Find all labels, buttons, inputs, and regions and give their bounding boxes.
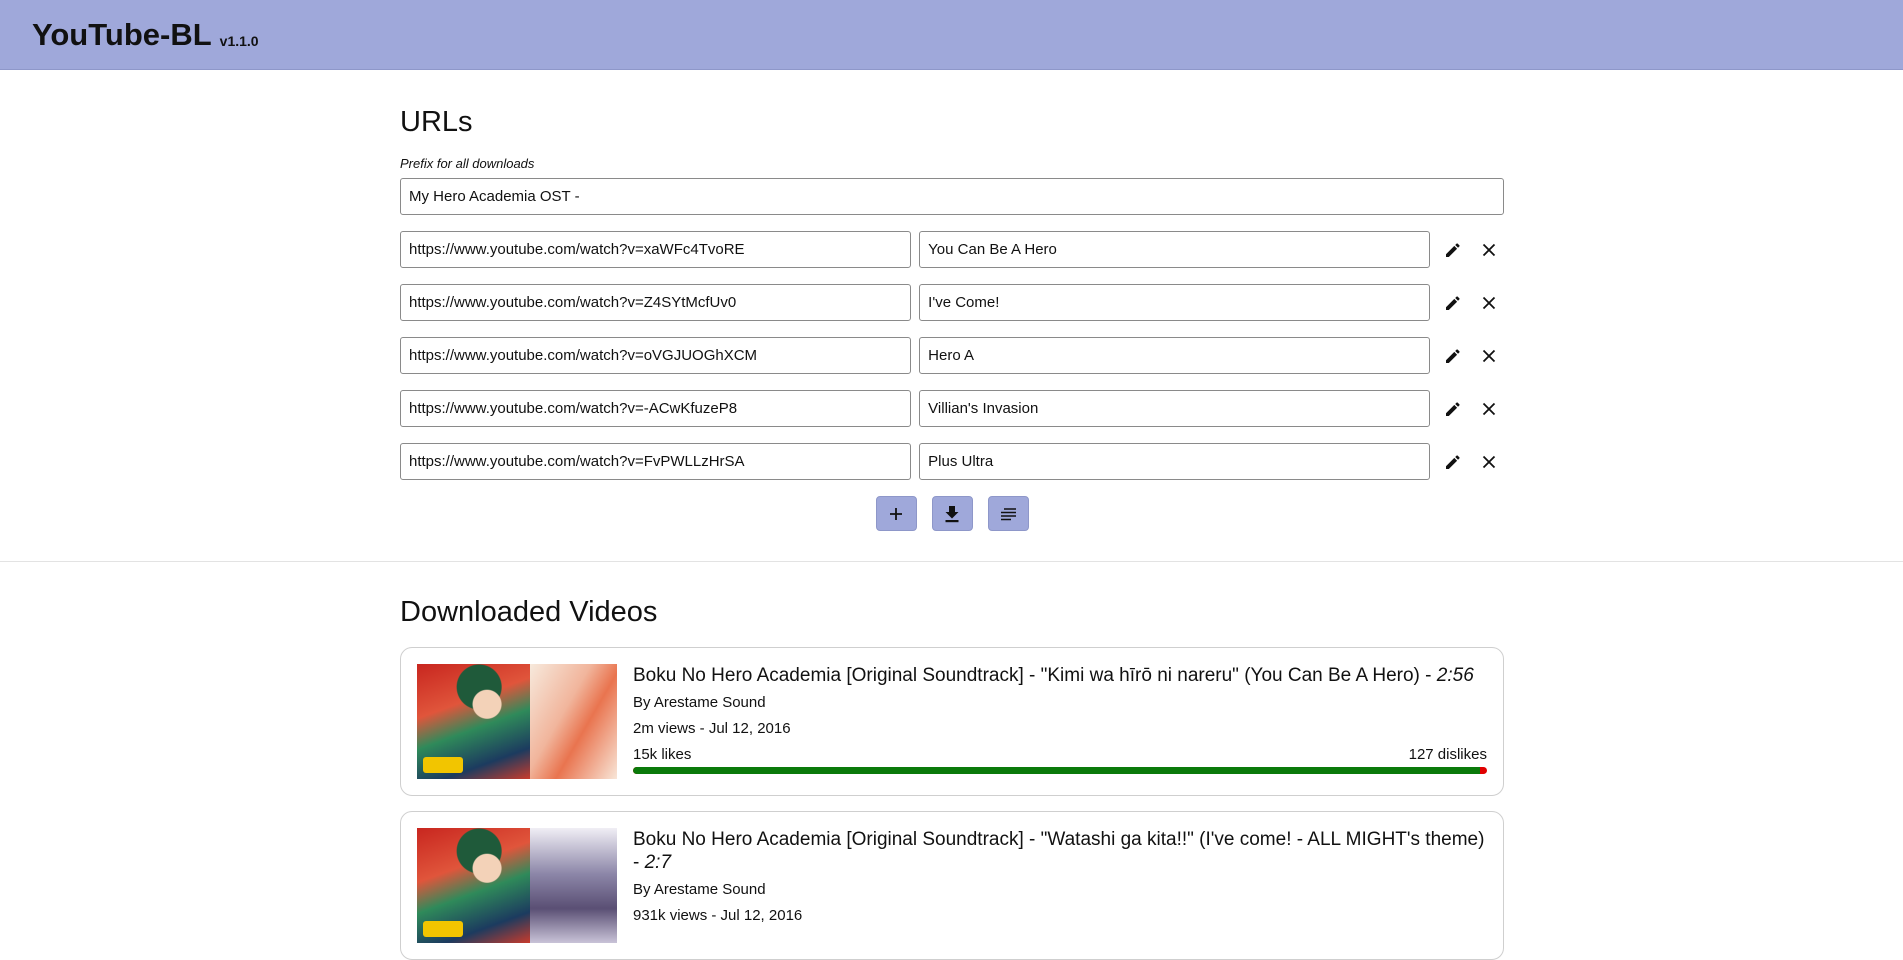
url-row <box>400 231 1504 268</box>
section-divider <box>0 561 1903 562</box>
url-input[interactable] <box>400 231 912 268</box>
edit-button[interactable] <box>1438 288 1468 318</box>
url-input[interactable] <box>400 337 912 374</box>
video-info: Boku No Hero Academia [Original Soundtra… <box>633 828 1487 943</box>
close-icon <box>1482 296 1496 309</box>
app-header: YouTube-BL v1.1.0 <box>0 0 1903 70</box>
prefix-label: Prefix for all downloads <box>400 156 535 171</box>
edit-button[interactable] <box>1438 447 1468 477</box>
download-icon <box>945 505 959 522</box>
url-input[interactable] <box>400 284 912 321</box>
name-input[interactable] <box>919 443 1431 480</box>
video-duration: 2:56 <box>1436 665 1474 686</box>
remove-button[interactable] <box>1474 447 1504 477</box>
close-icon <box>1482 402 1496 415</box>
close-icon <box>1482 455 1496 468</box>
video-card[interactable]: Boku No Hero Academia [Original Soundtra… <box>400 647 1504 796</box>
download-button[interactable] <box>931 496 973 531</box>
url-actions <box>400 496 1504 531</box>
pencil-icon <box>1446 242 1460 257</box>
video-author: By Arestame Sound <box>633 881 766 898</box>
urls-heading: URLs <box>400 106 473 138</box>
close-icon <box>1482 243 1496 256</box>
edit-button[interactable] <box>1438 341 1468 371</box>
video-stats: 931k views - Jul 12, 2016 <box>633 907 803 924</box>
likes-row: 15k likes 127 dislikes <box>633 745 1487 765</box>
remove-button[interactable] <box>1474 394 1504 424</box>
video-duration: 2:7 <box>644 852 672 873</box>
url-row <box>400 443 1504 480</box>
remove-button[interactable] <box>1474 235 1504 265</box>
url-input[interactable] <box>400 443 912 480</box>
video-stats: 2m views - Jul 12, 2016 <box>633 720 791 737</box>
pencil-icon <box>1446 454 1460 469</box>
videos-section: Downloaded Videos Boku No Hero Academia … <box>400 592 1504 960</box>
url-rows <box>400 231 1504 480</box>
name-input[interactable] <box>919 390 1431 427</box>
video-title: Boku No Hero Academia [Original Soundtra… <box>633 665 1474 686</box>
like-ratio-fill <box>633 767 1481 774</box>
likes-count: 15k likes <box>633 746 692 763</box>
plus-icon <box>890 507 902 520</box>
url-input[interactable] <box>400 390 912 427</box>
video-card[interactable]: Boku No Hero Academia [Original Soundtra… <box>400 811 1504 960</box>
remove-button[interactable] <box>1474 288 1504 318</box>
url-row <box>400 284 1504 321</box>
pencil-icon <box>1446 295 1460 310</box>
pencil-icon <box>1446 348 1460 363</box>
name-input[interactable] <box>919 284 1431 321</box>
videos-heading: Downloaded Videos <box>400 596 658 628</box>
edit-button[interactable] <box>1438 235 1468 265</box>
video-author: By Arestame Sound <box>633 694 766 711</box>
app-title: YouTube-BL <box>32 16 212 52</box>
video-title: Boku No Hero Academia [Original Soundtra… <box>633 829 1485 873</box>
app-version: v1.1.0 <box>219 32 259 49</box>
remove-button[interactable] <box>1474 341 1504 371</box>
dislikes-count: 127 dislikes <box>1408 746 1487 763</box>
prefix-input[interactable] <box>400 178 1504 215</box>
edit-button[interactable] <box>1438 394 1468 424</box>
video-info: Boku No Hero Academia [Original Soundtra… <box>633 664 1487 779</box>
pencil-icon <box>1446 401 1460 416</box>
lines-icon <box>1001 507 1016 520</box>
video-thumbnail <box>417 828 617 943</box>
video-thumbnail <box>417 664 617 779</box>
like-ratio-bar <box>633 767 1487 774</box>
name-input[interactable] <box>919 231 1431 268</box>
name-input[interactable] <box>919 337 1431 374</box>
urls-section: URLs Prefix for all downloads <box>400 102 1504 531</box>
bulk-text-button[interactable] <box>987 496 1029 531</box>
close-icon <box>1482 349 1496 362</box>
url-row <box>400 337 1504 374</box>
url-row <box>400 390 1504 427</box>
add-url-button[interactable] <box>875 496 917 531</box>
